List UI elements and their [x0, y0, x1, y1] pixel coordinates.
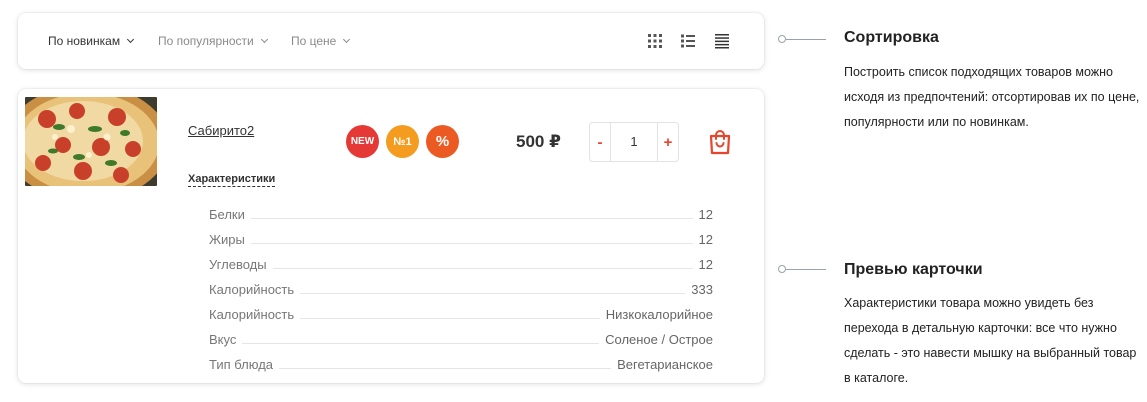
spec-value: 12: [698, 232, 713, 247]
sort-label: По популярности: [158, 34, 254, 48]
spec-row: Углеводы 12: [209, 247, 713, 272]
connector-line: [786, 269, 826, 270]
spec-label: Углеводы: [209, 257, 267, 272]
annotation-title-preview: Превью карточки: [844, 261, 983, 278]
spec-value: Вегетарианское: [617, 357, 713, 372]
badge-discount: %: [426, 125, 459, 158]
sort-label: По цене: [291, 34, 337, 48]
badge-top: №1: [386, 125, 419, 158]
annotation-connector: [778, 265, 826, 273]
spec-divider: [300, 293, 686, 294]
spec-divider: [300, 318, 600, 319]
connector-dot: [778, 35, 786, 43]
spec-label: Белки: [209, 207, 245, 222]
characteristics-toggle[interactable]: Характеристики: [188, 173, 276, 187]
annotation-text-preview: Характеристики товара можно увидеть без …: [844, 296, 1137, 385]
table-view-icon[interactable]: [714, 33, 730, 49]
connector-line: [786, 39, 826, 40]
spec-divider: [250, 243, 693, 244]
chevron-down-icon: [260, 35, 268, 43]
badge-new: NEW: [346, 125, 379, 158]
annotation-text-sorting: Построить список подходящих товаров можн…: [844, 65, 1140, 129]
pizza-image: [25, 97, 157, 186]
sort-by-new[interactable]: По новинкам: [48, 34, 135, 48]
spec-label: Вкус: [209, 332, 237, 347]
spec-divider: [272, 268, 693, 269]
spec-value: 12: [698, 207, 713, 222]
cart-icon[interactable]: [708, 129, 732, 155]
spec-label: Тип блюда: [209, 357, 274, 372]
chevron-down-icon: [343, 35, 351, 43]
spec-value: 12: [698, 257, 713, 272]
qty-increase-button[interactable]: +: [658, 134, 678, 151]
sort-label: По новинкам: [48, 34, 121, 48]
connector-dot: [778, 265, 786, 273]
spec-value: Соленое / Острое: [605, 332, 713, 347]
spec-value: 333: [691, 282, 713, 297]
qty-decrease-button[interactable]: -: [590, 134, 610, 151]
spec-divider: [250, 218, 693, 219]
spec-row: Тип блюда Вегетарианское: [209, 347, 713, 372]
product-name-link[interactable]: Сабирито2: [188, 123, 254, 138]
spec-value: Низкокалорийное: [605, 307, 713, 322]
grid-view-icon[interactable]: [647, 33, 663, 49]
annotation-title-sorting: Сортировка: [844, 29, 939, 46]
quantity-stepper: - 1 +: [589, 122, 679, 162]
spec-label: Калорийность: [209, 307, 295, 322]
product-price: 500 ₽: [516, 132, 561, 151]
spec-row: Калорийность Низкокалорийное: [209, 297, 713, 322]
spec-row: Белки 12: [209, 197, 713, 222]
chevron-down-icon: [127, 35, 135, 43]
product-image[interactable]: [25, 97, 157, 186]
annotation-connector: [778, 35, 826, 43]
sort-by-popularity[interactable]: По популярности: [158, 34, 268, 48]
spec-label: Жиры: [209, 232, 245, 247]
spec-divider: [242, 343, 600, 344]
spec-row: Жиры 12: [209, 222, 713, 247]
product-card: Сабирито2 NEW №1 % 500 ₽ - 1 + Характери…: [18, 89, 764, 383]
list-view-icon[interactable]: [680, 33, 696, 49]
sort-by-price[interactable]: По цене: [291, 34, 351, 48]
spec-list: Белки 12 Жиры 12 Углеводы 12 Калорийность 33…: [209, 197, 713, 372]
qty-value[interactable]: 1: [610, 123, 658, 161]
sort-bar: По новинкам По популярности По цене: [18, 13, 764, 69]
spec-label: Калорийность: [209, 282, 295, 297]
spec-row: Калорийность 333: [209, 272, 713, 297]
spec-divider: [279, 368, 612, 369]
spec-row: Вкус Соленое / Острое: [209, 322, 713, 347]
